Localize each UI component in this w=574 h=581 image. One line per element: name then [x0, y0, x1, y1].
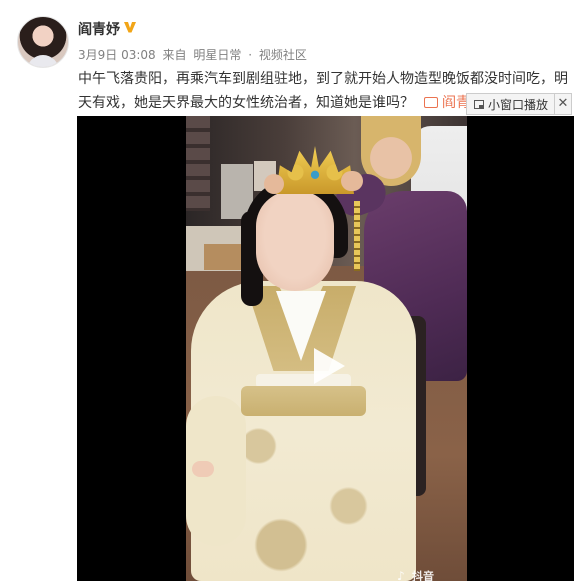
frame-face [256, 191, 334, 291]
post-date[interactable]: 3月9日 03:08 [78, 48, 156, 62]
frame-sash [241, 386, 366, 416]
frame-tassel [354, 201, 360, 271]
meta-separator: · [248, 48, 253, 62]
source-client[interactable]: 明星日常 [193, 48, 241, 62]
video-player[interactable]: ♪ 抖音 [77, 116, 574, 581]
post-line-1: 中午飞落贵阳，再乘汽车到剧组驻地，到了就开始人物造型晚饭都没时间吃，明 [78, 71, 568, 87]
post-meta: 3月9日 03:08 来自 明星日常 · 视频社区 [78, 46, 310, 63]
source-prefix: 来自 [162, 48, 187, 62]
close-icon[interactable]: ✕ [554, 94, 571, 114]
video-tag-icon [424, 97, 438, 108]
frame-assistant-hand-left [264, 174, 284, 194]
avatar[interactable] [17, 16, 69, 68]
frame-shelf [186, 116, 210, 211]
video-tag-link[interactable]: 阎青 [424, 95, 470, 111]
frame-hand [192, 461, 214, 477]
community-link[interactable]: 视频社区 [259, 48, 307, 62]
weibo-post: 阎青妤 3月9日 03:08 来自 明星日常 · 视频社区 中午飞落贵阳，再乘汽… [0, 0, 574, 581]
play-icon[interactable] [311, 346, 347, 386]
mini-window-button[interactable]: 小窗口播放 ✕ [466, 93, 572, 115]
watermark-label: 抖音 [412, 570, 434, 581]
username[interactable]: 阎青妤 [78, 19, 120, 39]
mini-window-label: 小窗口播放 [488, 97, 549, 112]
video-watermark: ♪ 抖音 [397, 568, 434, 581]
frame-assistant-hand [341, 171, 363, 191]
avatar-shoulders [27, 55, 59, 67]
mini-window-icon [474, 99, 484, 109]
post-line-2-text: 天有戏，她是天界最大的女性统治者，知道她是谁吗？ [78, 95, 414, 111]
tiktok-icon: ♪ [397, 569, 405, 581]
verified-icon [124, 22, 136, 33]
